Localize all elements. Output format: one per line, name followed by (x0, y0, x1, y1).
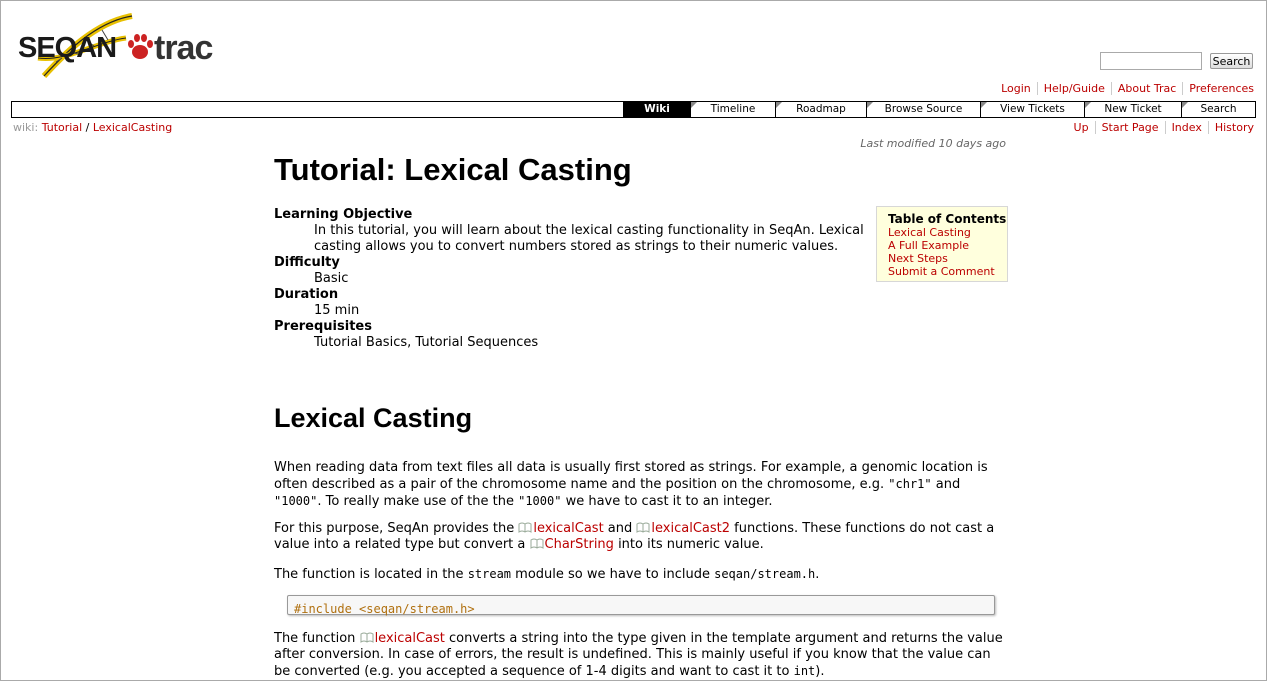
book-icon (530, 538, 543, 549)
breadcrumb-separator: / (85, 121, 90, 134)
code-1000: "1000" (274, 494, 318, 508)
history-link[interactable]: History (1215, 121, 1254, 134)
term-prerequisites: Prerequisites (274, 319, 372, 334)
book-icon (518, 522, 532, 533)
desc-duration: 15 min (314, 303, 360, 318)
toc-item-full-example[interactable]: A Full Example (888, 239, 969, 252)
tab-wiki-label: Wiki (644, 103, 670, 115)
code-chr1: "chr1" (888, 477, 932, 491)
toc-item-submit-comment[interactable]: Submit a Comment (888, 265, 995, 278)
index-link[interactable]: Index (1172, 121, 1202, 134)
book-icon (360, 632, 374, 643)
tab-new-ticket-label: New Ticket (1104, 103, 1162, 115)
about-trac-link[interactable]: About Trac (1118, 82, 1176, 95)
tab-new-ticket[interactable]: New Ticket (1084, 102, 1181, 117)
link-lexicalcast-2[interactable]: lexicalCast (360, 631, 445, 646)
book-icon (636, 522, 650, 533)
preferences-link[interactable]: Preferences (1189, 82, 1254, 95)
breadcrumb: wiki: Tutorial / LexicalCasting (13, 121, 172, 134)
table-of-contents: Table of Contents Lexical Casting A Full… (876, 206, 1008, 282)
link-lexicalcast2[interactable]: lexicalCast2 (636, 521, 730, 536)
desc-learning-objective: In this tutorial, you will learn about t… (314, 223, 864, 254)
tab-browse-source[interactable]: Browse Source (866, 102, 980, 117)
term-duration: Duration (274, 287, 339, 302)
breadcrumb-lexicalcasting-link[interactable]: LexicalCasting (93, 121, 172, 134)
paragraph-include: The function is located in the stream mo… (274, 567, 820, 582)
tab-view-tickets-label: View Tickets (1000, 103, 1065, 115)
code-1000-b: "1000" (518, 494, 562, 508)
tab-roadmap[interactable]: Roadmap (775, 102, 866, 117)
paragraph-intro: When reading data from text files all da… (274, 460, 988, 509)
tab-timeline-label: Timeline (710, 103, 756, 115)
tab-search-label: Search (1200, 103, 1237, 115)
code-stream-h: seqan/stream.h (714, 567, 816, 581)
tab-search[interactable]: Search (1181, 102, 1255, 117)
login-link[interactable]: Login (1001, 82, 1031, 95)
tab-browse-source-label: Browse Source (884, 103, 963, 115)
tab-roadmap-label: Roadmap (796, 103, 846, 115)
search-input[interactable] (1100, 52, 1202, 70)
toc-item-next-steps[interactable]: Next Steps (888, 252, 948, 265)
desc-prerequisites: Tutorial Basics, Tutorial Sequences (314, 335, 539, 350)
term-difficulty: Difficulty (274, 255, 340, 270)
tab-timeline[interactable]: Timeline (690, 102, 775, 117)
tab-view-tickets[interactable]: View Tickets (980, 102, 1084, 117)
paw-icon (128, 34, 153, 59)
logo-seqan-text: SEQAN (18, 32, 117, 64)
desc-difficulty: Basic (314, 271, 349, 286)
context-navigation: Up Start Page Index History (1068, 121, 1254, 134)
paragraph-functions: For this purpose, SeqAn provides the lex… (274, 521, 995, 552)
link-lexicalcast[interactable]: lexicalCast (518, 521, 604, 536)
code-int: int (793, 664, 816, 678)
search-button[interactable]: Search (1210, 53, 1253, 69)
tab-wiki[interactable]: Wiki (623, 102, 690, 117)
up-link[interactable]: Up (1074, 121, 1089, 134)
last-modified: Last modified 10 days ago (860, 137, 1006, 150)
link-charstring[interactable]: CharString (530, 537, 614, 552)
page-title: Tutorial: Lexical Casting (274, 152, 632, 187)
term-learning-objective: Learning Objective (274, 207, 413, 222)
logo-trac-text: trac (154, 29, 213, 67)
main-navigation: Wiki Timeline Roadmap Browse Source View… (11, 101, 1256, 118)
meta-navigation: Login Help/Guide About Trac Preferences (995, 82, 1254, 95)
code-include-line: #include <seqan/stream.h> (294, 602, 475, 616)
tutorial-info-list: Learning Objective In this tutorial, you… (274, 207, 864, 351)
site-logo[interactable]: SEQAN trac (18, 10, 228, 82)
start-page-link[interactable]: Start Page (1102, 121, 1159, 134)
breadcrumb-tutorial-link[interactable]: Tutorial (42, 121, 82, 134)
toc-item-lexical-casting[interactable]: Lexical Casting (888, 226, 971, 239)
toc-title: Table of Contents (888, 212, 1007, 226)
breadcrumb-prefix: wiki: (13, 121, 39, 134)
paragraph-function-desc: The function lexicalCast converts a stri… (274, 631, 1003, 679)
section-title: Lexical Casting (274, 403, 473, 433)
code-block: #include <seqan/stream.h> (287, 595, 995, 616)
code-stream: stream (467, 567, 512, 581)
help-guide-link[interactable]: Help/Guide (1044, 82, 1105, 95)
